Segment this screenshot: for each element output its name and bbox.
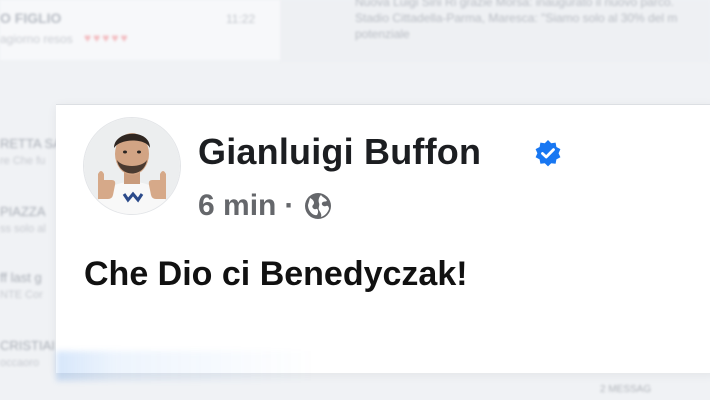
background-chat-item: O FIGLIO 11:22 agiorno resos ♥♥♥♥♥ <box>0 4 270 48</box>
post-timestamp[interactable]: 6 min <box>198 189 276 223</box>
heart-emoji-icons: ♥♥♥♥♥ <box>84 31 130 45</box>
background-news-text: Nuova Luigi Sini Ri grazie Morsa: inaugu… <box>355 0 678 41</box>
background-chat-preview: agiorno resos <box>0 32 73 46</box>
avatar[interactable] <box>83 117 181 215</box>
meta-separator: · <box>284 189 295 222</box>
verified-badge-icon <box>535 140 561 167</box>
background-chat-time: 11:22 <box>226 12 256 26</box>
blurred-bottom-edge <box>56 351 710 381</box>
author-name[interactable]: Gianluigi Buffon <box>198 131 481 173</box>
post-meta: 6 min · <box>198 189 334 223</box>
post-text: Che Dio ci Benedyczak! <box>84 255 468 293</box>
background-chat-name: O FIGLIO <box>0 10 62 26</box>
globe-icon[interactable] <box>302 190 334 222</box>
post-card: Gianluigi Buffon 6 min · Che Dio ci Bene… <box>56 104 710 381</box>
avatar-image <box>84 118 180 214</box>
background-footer-text: 2 MESSAG <box>600 384 652 395</box>
